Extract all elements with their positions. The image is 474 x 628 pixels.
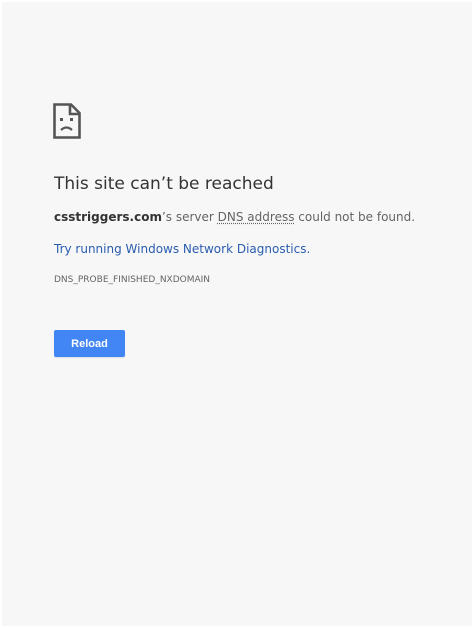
- host-name: csstriggers.com: [54, 210, 162, 224]
- error-code: DNS_PROBE_FINISHED_NXDOMAIN: [54, 275, 211, 285]
- sad-page-icon: [53, 103, 81, 139]
- network-diagnostics-link[interactable]: Try running Windows Network Diagnostics.: [54, 242, 310, 256]
- error-page: This site can’t be reached csstriggers.c…: [2, 2, 472, 626]
- reload-button[interactable]: Reload: [54, 330, 125, 357]
- message-text-end: could not be found.: [294, 210, 416, 224]
- message-text: ’s server: [161, 210, 218, 224]
- dns-address-term[interactable]: DNS address: [218, 210, 295, 224]
- error-message: csstriggers.com’s server DNS address cou…: [54, 210, 415, 224]
- page-title: This site can’t be reached: [54, 174, 274, 194]
